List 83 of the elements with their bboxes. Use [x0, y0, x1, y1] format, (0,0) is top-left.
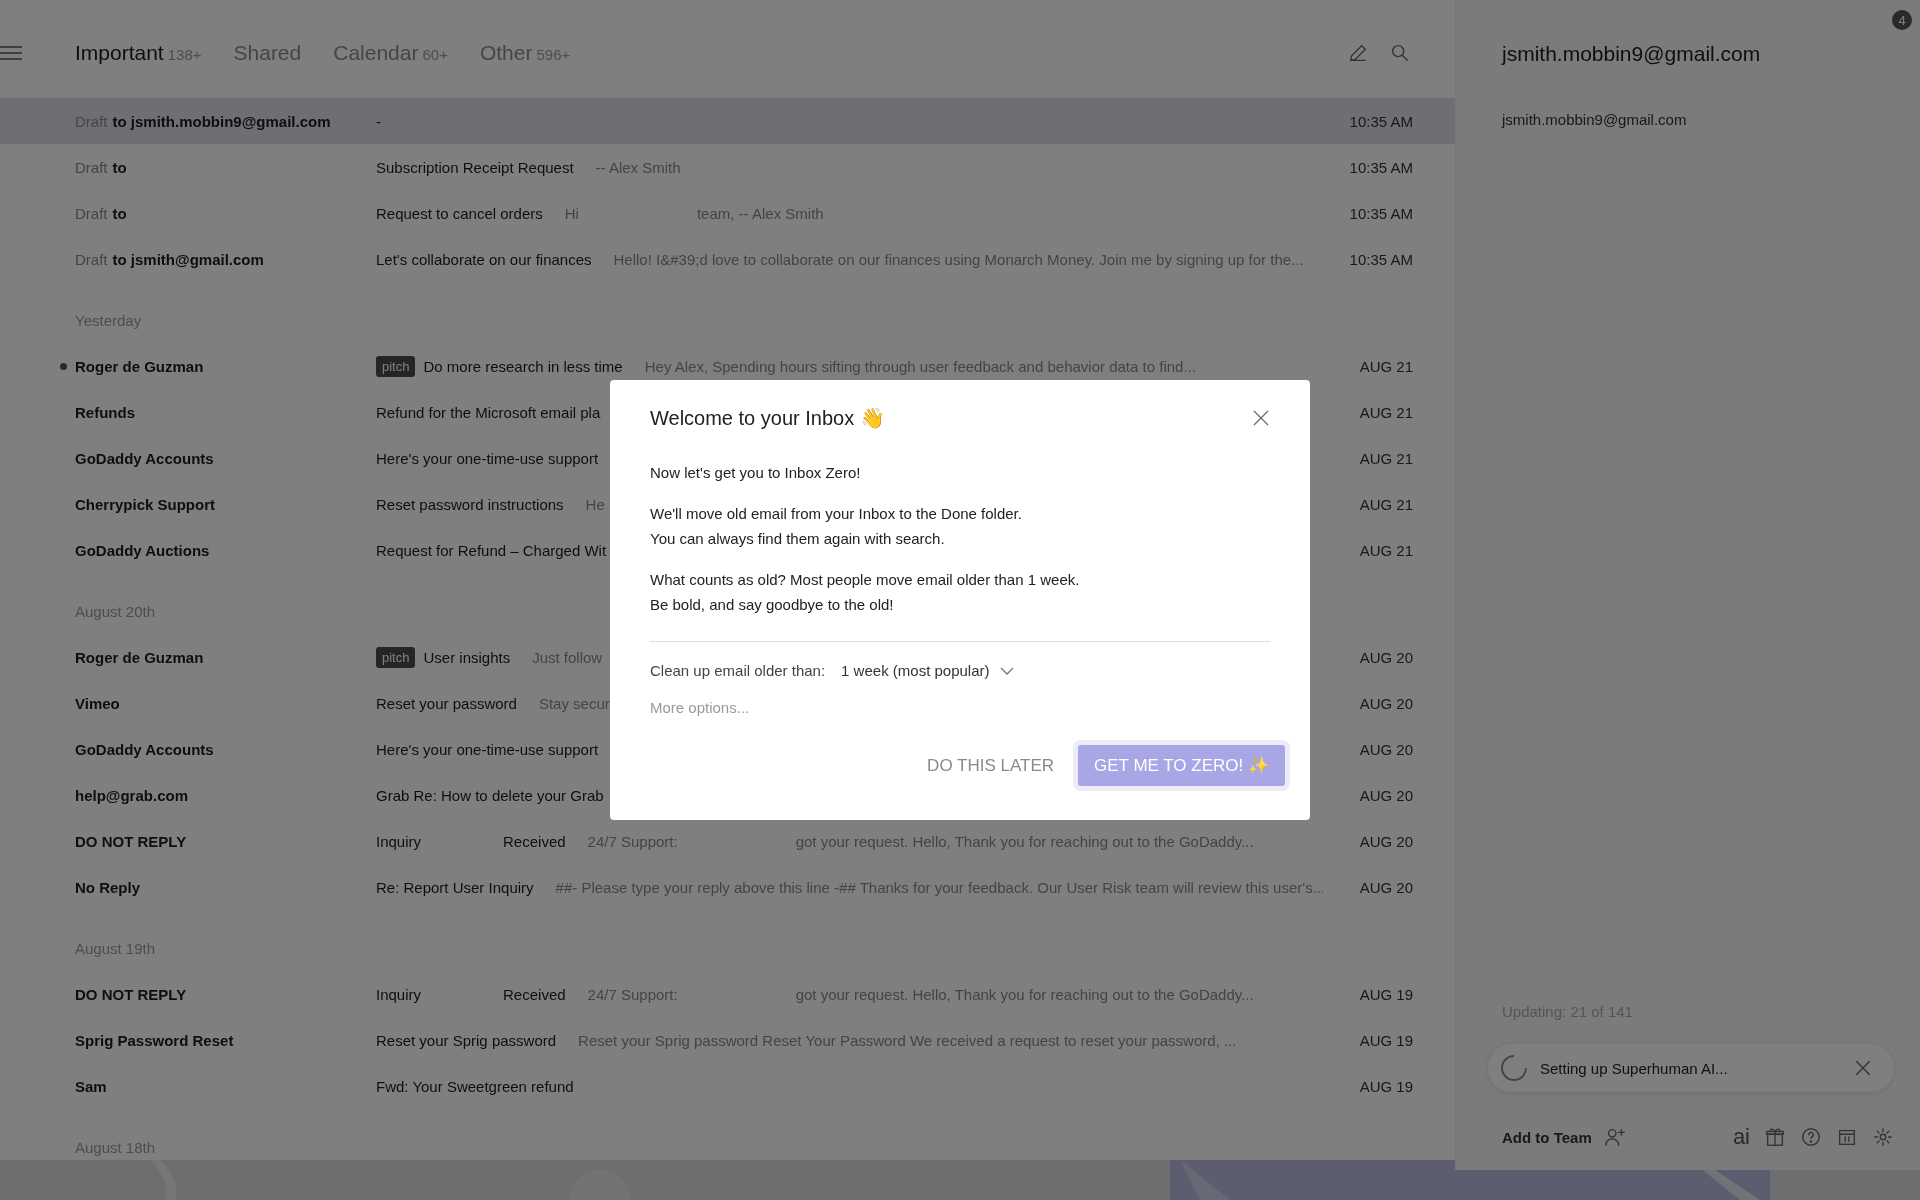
snippet: Hello! I&#39;d love to collaborate on our finances using Monarch Money. Join me by signing up for the... [613, 250, 1304, 268]
date: AUG 19 [1358, 985, 1413, 1003]
sender: GoDaddy Auctions [75, 541, 210, 559]
sender: DO NOT REPLY [75, 985, 187, 1003]
sender: help@grab.com [75, 786, 188, 804]
sender: to [112, 158, 127, 176]
snippet: got your request. Hello, Thank you for reaching out to the GoDaddy... [795, 832, 1254, 850]
dialog-text: We'll move old email from your Inbox to the Done folder. [650, 505, 1022, 522]
tag: pitch [376, 646, 416, 668]
subject: Subscription Receipt Request [376, 158, 574, 176]
sender: Sam [75, 1077, 107, 1095]
date: AUG 19 [1358, 1031, 1413, 1049]
subject: Grab Re: How to delete your Grab [376, 786, 604, 804]
dialog-text: Be bold, and say goodbye to the old! [650, 596, 894, 613]
subject: Re: Report User Inquiry [376, 878, 534, 896]
sender: to [112, 204, 127, 222]
snippet: Hey Alex, Spending hours sifting through user feedback and behavior data to find... [644, 357, 1196, 375]
sender: to jsmith@gmail.com [112, 250, 264, 268]
subject: Inquiry [376, 985, 422, 1003]
date: AUG 20 [1358, 786, 1413, 804]
subject: Request to cancel orders [376, 204, 543, 222]
snippet: got your request. Hello, Thank you for reaching out to the GoDaddy... [795, 985, 1254, 1003]
subject: Reset your Sprig password [376, 1031, 557, 1049]
sender: Refunds [75, 403, 135, 421]
subject: Fwd: Your Sweetgreen refund [376, 1077, 574, 1095]
date: AUG 20 [1358, 832, 1413, 850]
subject: Inquiry [376, 832, 422, 850]
subject: Received [503, 832, 566, 850]
subject: Here's your one-time-use support [376, 740, 599, 758]
date: 10:35 AM [1348, 158, 1413, 176]
toast-text: Setting up Superhuman AI... [1540, 1059, 1729, 1077]
sender: Vimeo [75, 694, 120, 712]
sender: GoDaddy Accounts [75, 449, 214, 467]
snippet: Stay secur [538, 694, 610, 712]
sender: to jsmith.mobbin9@gmail.com [112, 112, 331, 130]
sender: DO NOT REPLY [75, 832, 187, 850]
subject: Here's your one-time-use support [376, 449, 599, 467]
dialog-text: You can always find them again with search. [650, 530, 945, 547]
subject: Reset your password [376, 694, 517, 712]
dialog-text: What counts as old? Most people move email older than 1 week. [650, 571, 1080, 588]
draft-label: Draft [75, 204, 108, 222]
sender: Roger de Guzman [75, 648, 204, 666]
tag: pitch [376, 355, 416, 377]
subject: Reset password instructions [376, 495, 564, 513]
dialog-title: Welcome to your Inbox 👋 [650, 406, 885, 430]
subject: Do more research in less time [423, 357, 623, 375]
snippet: ##- Please type your reply above this line -## Thanks for your feedback. Our User Risk team will review this user's... [555, 878, 1323, 896]
snippet: He [585, 495, 605, 513]
subject: Refund for the Microsoft email pla [376, 403, 601, 421]
date: AUG 20 [1358, 648, 1413, 666]
snippet: -- Alex Smith [595, 158, 681, 176]
snippet: Reset your Sprig password Reset Your Password We received a request to reset your password, ... [578, 1031, 1237, 1049]
contact-title: jsmith.mobbin9@gmail.com [1502, 42, 1761, 65]
snippet: Just follow [532, 648, 603, 666]
dialog-text: Now let's get you to Inbox Zero! [650, 464, 861, 481]
subject: - [376, 112, 381, 130]
draft-label: Draft [75, 250, 108, 268]
sender: Cherrypick Support [75, 495, 216, 513]
contact-email: jsmith.mobbin9@gmail.com [1502, 111, 1687, 128]
sender: GoDaddy Accounts [75, 740, 214, 758]
date: AUG 21 [1358, 357, 1413, 375]
date: AUG 20 [1358, 878, 1413, 896]
snippet: 24/7 Support: [587, 832, 678, 850]
date: 10:35 AM [1348, 204, 1413, 222]
sender: Roger de Guzman [75, 357, 204, 375]
sender: No Reply [75, 878, 140, 896]
date: 10:35 AM [1348, 112, 1413, 130]
sender: Sprig Password Reset [75, 1031, 234, 1049]
notification-badge: 4 [1892, 10, 1912, 30]
subject: User insights [423, 648, 511, 666]
snippet: Hi [564, 204, 579, 222]
date: AUG 21 [1358, 541, 1413, 559]
snippet: 24/7 Support: [587, 985, 678, 1003]
subject: Request for Refund – Charged Wit [376, 541, 607, 559]
draft-label: Draft [75, 158, 108, 176]
date: 10:35 AM [1348, 250, 1413, 268]
date: AUG 21 [1358, 449, 1413, 467]
option-label: Clean up email older than: [650, 662, 826, 679]
snippet: team, -- Alex Smith [696, 204, 824, 222]
subject: Let's collaborate on our finances [376, 250, 592, 268]
date: AUG 20 [1358, 740, 1413, 758]
date: AUG 19 [1358, 1077, 1413, 1095]
subject: Received [503, 985, 566, 1003]
